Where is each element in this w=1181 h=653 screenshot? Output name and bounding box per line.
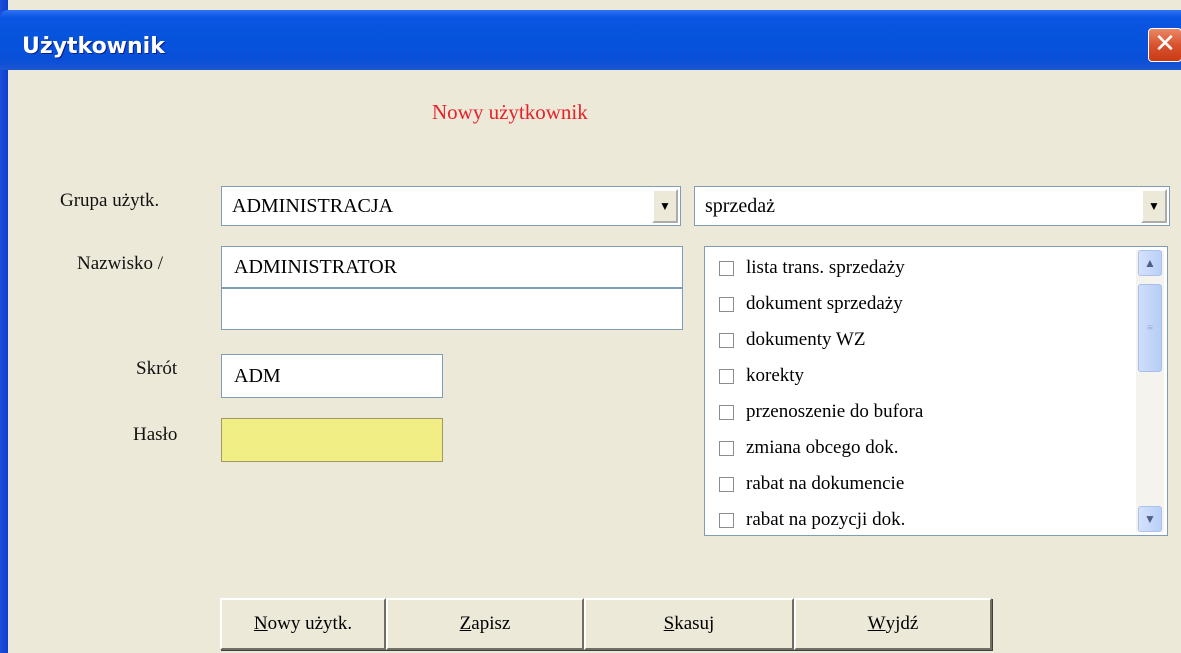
permission-label: lista trans. sprzedaży: [746, 257, 905, 278]
scroll-up-icon[interactable]: ▲: [1138, 250, 1162, 276]
permission-label: rabat na pozycji dok.: [746, 509, 906, 530]
group-select-value: ADMINISTRACJA: [232, 194, 394, 217]
exit-button[interactable]: Wyjdź: [794, 598, 992, 650]
close-button[interactable]: ✕: [1148, 28, 1181, 62]
permission-item[interactable]: zmiana obcego dok.: [719, 431, 898, 465]
checkbox[interactable]: [719, 404, 734, 420]
new-user-hotkey: N: [253, 613, 268, 634]
abbrev-label: Skrót: [136, 358, 178, 379]
checkbox[interactable]: [719, 476, 734, 492]
permission-item[interactable]: dokument sprzedaży: [719, 287, 903, 321]
delete-button[interactable]: Skasuj: [584, 598, 794, 650]
surname-label: Nazwisko /: [77, 253, 164, 274]
save-label: apisz: [471, 613, 511, 634]
checkbox[interactable]: [719, 368, 734, 384]
permission-label: korekty: [746, 365, 805, 386]
window-frame-left: [0, 0, 8, 653]
password-label: Hasło: [133, 424, 178, 445]
scroll-down-icon[interactable]: ▼: [1138, 506, 1162, 532]
permissions-list[interactable]: lista trans. sprzedaży dokument sprzedaż…: [704, 246, 1168, 536]
scroll-thumb[interactable]: ≡: [1138, 284, 1162, 372]
checkbox[interactable]: [719, 440, 734, 456]
permission-label: dokumenty WZ: [746, 329, 866, 350]
form-heading: Nowy użytkownik: [432, 100, 588, 124]
permission-item[interactable]: korekty: [719, 359, 804, 393]
permission-item[interactable]: dokumenty WZ: [719, 323, 865, 357]
close-icon: ✕: [1154, 29, 1176, 59]
module-select-value: sprzedaż: [705, 194, 775, 217]
permission-label: rabat na dokumencie: [746, 473, 905, 494]
permission-item[interactable]: lista trans. sprzedaży: [719, 251, 905, 285]
permission-label: dokument sprzedaży: [746, 293, 903, 314]
firstname-input[interactable]: [221, 288, 683, 330]
checkbox[interactable]: [719, 332, 734, 348]
permission-item[interactable]: przenoszenie do bufora: [719, 395, 923, 429]
checkbox[interactable]: [719, 260, 734, 276]
chevron-down-icon[interactable]: ▼: [1141, 189, 1167, 223]
checkbox[interactable]: [719, 512, 734, 528]
save-hotkey: Z: [459, 613, 472, 634]
title-bar[interactable]: [0, 10, 1181, 70]
delete-label: kasuj: [674, 613, 715, 634]
password-input[interactable]: [221, 418, 443, 462]
permission-label: przenoszenie do bufora: [746, 401, 924, 422]
exit-label: yjdź: [885, 613, 919, 634]
chevron-down-icon[interactable]: ▼: [652, 189, 678, 223]
new-user-button[interactable]: Nowy użytk.: [220, 598, 386, 650]
permissions-scrollbar[interactable]: ▲ ≡ ▼: [1136, 250, 1164, 532]
group-select[interactable]: ADMINISTRACJA ▼: [221, 186, 681, 226]
permission-item[interactable]: rabat na dokumencie: [719, 467, 904, 501]
exit-hotkey: W: [867, 613, 886, 634]
permission-label: zmiana obcego dok.: [746, 437, 899, 458]
save-button[interactable]: Zapisz: [386, 598, 584, 650]
surname-input[interactable]: ADMINISTRATOR: [221, 246, 683, 288]
group-label: Grupa użytk.: [60, 190, 160, 211]
delete-hotkey: S: [663, 613, 675, 634]
new-user-label: owy użytk.: [267, 613, 353, 634]
permission-item[interactable]: rabat na pozycji dok.: [719, 503, 906, 535]
window-title: Użytkownik: [22, 34, 165, 59]
abbrev-input[interactable]: ADM: [221, 354, 443, 398]
checkbox[interactable]: [719, 296, 734, 312]
module-select[interactable]: sprzedaż ▼: [694, 186, 1170, 226]
